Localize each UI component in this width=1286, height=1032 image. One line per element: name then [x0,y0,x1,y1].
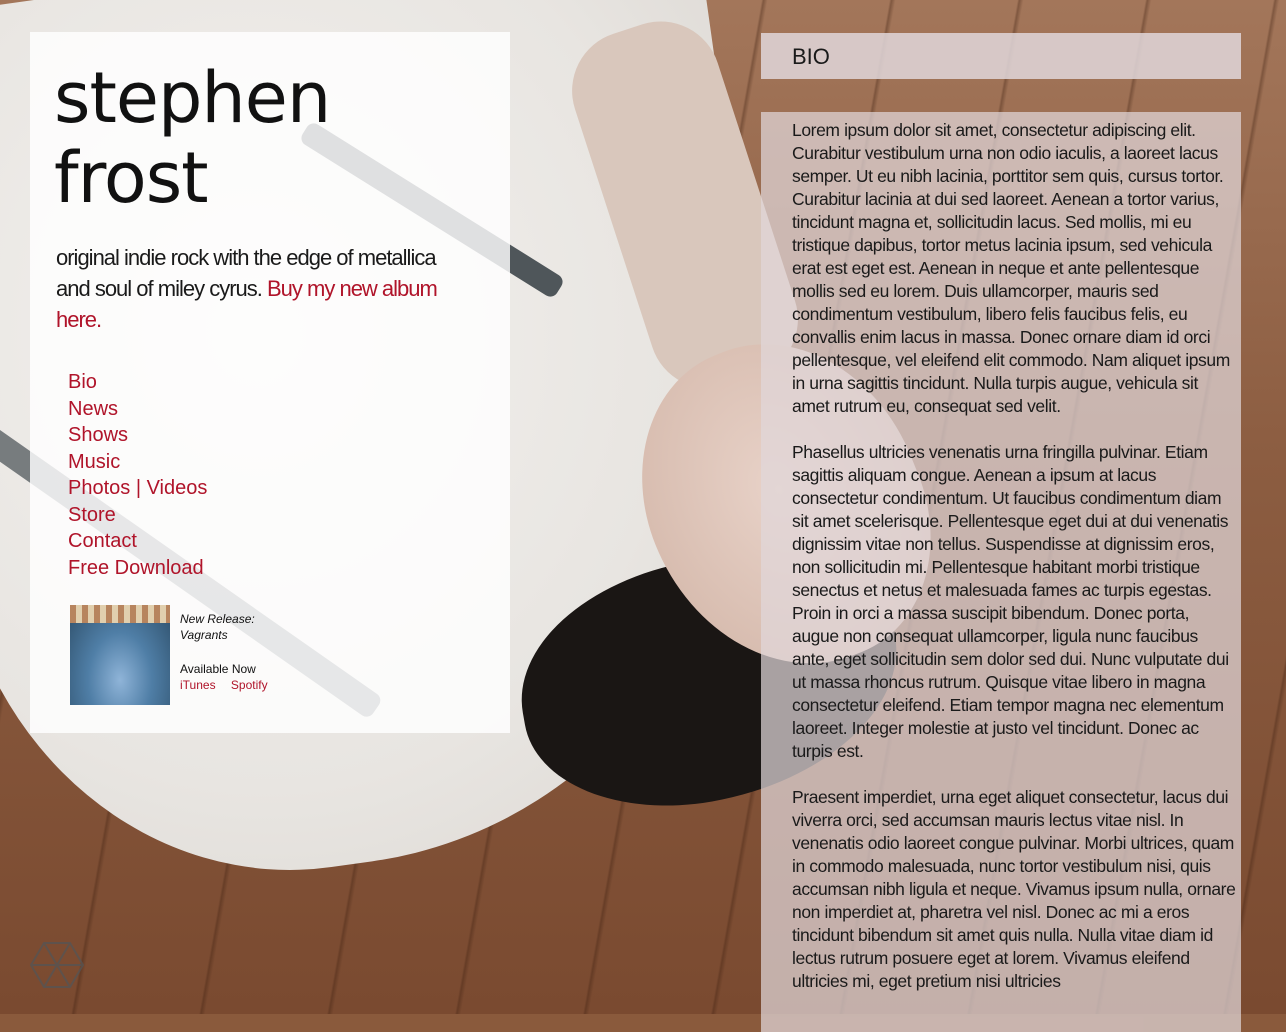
artist-name-line1: stephen [54,57,331,139]
new-release: New Release: Vagrants Available Now iTun… [70,605,280,707]
release-info: New Release: Vagrants Available Now iTun… [180,611,280,693]
release-links: iTunes Spotify [180,678,280,692]
nav-item-free-download[interactable]: Free Download [68,555,207,582]
bio-paragraph: Praesent imperdiet, urna eget aliquet co… [792,787,1236,991]
nav-item-store[interactable]: Store [68,502,207,529]
album-cover[interactable] [70,605,170,705]
spotify-link[interactable]: Spotify [231,678,268,692]
nav-item-bio[interactable]: Bio [68,369,207,396]
bio-paragraph: Phasellus ultricies venenatis urna fring… [792,442,1229,761]
main-nav: Bio News Shows Music Photos | Videos Sto… [68,369,207,581]
nav-item-contact[interactable]: Contact [68,528,207,555]
intro-panel: stephen frost original indie rock with t… [30,32,510,733]
bio-heading: BIO [792,44,830,69]
bio-body: Lorem ipsum dolor sit amet, consectetur … [761,112,1241,1032]
nav-item-shows[interactable]: Shows [68,422,207,449]
itunes-link[interactable]: iTunes [180,678,216,692]
nav-item-music[interactable]: Music [68,449,207,476]
release-label: New Release: [180,612,255,626]
nav-item-photos-videos[interactable]: Photos | Videos [68,475,207,502]
artist-name-line2: frost [54,137,209,219]
nav-item-news[interactable]: News [68,396,207,423]
bio-paragraph: Lorem ipsum dolor sit amet, consectetur … [792,120,1230,416]
artist-name: stephen frost [54,57,331,219]
album-cover-frieze [70,605,170,623]
hexagon-logo-icon[interactable] [30,940,84,990]
tagline: original indie rock with the edge of met… [56,242,456,335]
release-availability: Available Now [180,662,256,676]
release-title: Vagrants [180,628,228,642]
bio-header: BIO [761,33,1241,79]
